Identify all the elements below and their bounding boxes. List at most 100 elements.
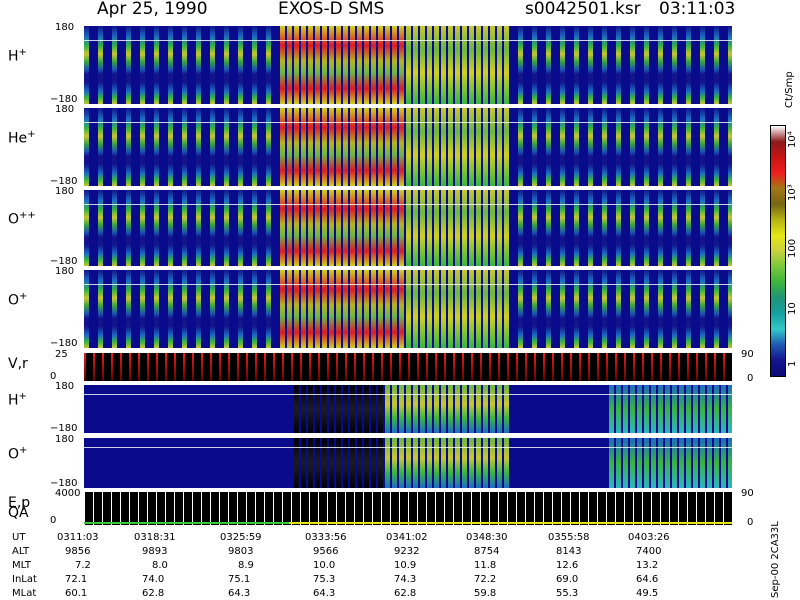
ep-curve	[354, 492, 355, 525]
spectrogram-column	[287, 26, 292, 104]
ep-curve	[624, 492, 625, 525]
spectrogram-column	[357, 26, 362, 104]
spectrogram-column	[420, 270, 425, 348]
spectrogram-column	[679, 385, 684, 433]
ep-curve	[84, 492, 85, 525]
vr-spike	[552, 353, 554, 381]
ytick-min-oplus: −180	[50, 338, 78, 349]
table-cell: 7.2	[75, 560, 91, 571]
spectrogram-column	[630, 108, 635, 186]
spectrogram-column	[357, 385, 362, 433]
spectrogram-column	[392, 438, 397, 488]
ep-curve	[570, 492, 571, 525]
vr-spike	[498, 353, 500, 381]
spectrogram-column	[490, 108, 495, 186]
vr-spike	[183, 353, 185, 381]
ep-curve	[399, 492, 400, 525]
spectrogram-column	[616, 26, 621, 104]
spectrogram-column	[238, 270, 243, 348]
spectrogram-column	[602, 108, 607, 186]
spectrogram-column	[343, 108, 348, 186]
vr-spike	[165, 353, 167, 381]
table-cell: 12.6	[556, 560, 579, 571]
vr-spike	[705, 353, 707, 381]
spectrogram-column	[98, 108, 103, 186]
spectrogram-column	[616, 190, 621, 266]
spectrogram-column	[497, 438, 502, 488]
spectrogram-column	[126, 108, 131, 186]
spectrogram-column	[644, 190, 649, 266]
spectrogram-column	[714, 108, 719, 186]
spectrogram-column	[252, 26, 257, 104]
spectrogram-column	[469, 108, 474, 186]
spectrogram-column	[399, 26, 404, 104]
table-cell: 0333:56	[305, 532, 347, 543]
spectrogram-column	[644, 26, 649, 104]
table-cell: 0348:30	[466, 532, 508, 543]
spectrogram-column	[462, 385, 467, 433]
spectrogram-column	[497, 108, 502, 186]
spectrogram-column	[728, 26, 732, 104]
table-cell: 9566	[313, 546, 339, 557]
spectrogram-column	[455, 438, 460, 488]
pitch-angle-line	[84, 122, 732, 124]
spectrogram-column	[630, 385, 635, 433]
spectrogram-column	[700, 438, 705, 488]
spectrogram-column	[476, 438, 481, 488]
table-cell: 75.1	[228, 574, 251, 585]
spectrogram-column	[497, 385, 502, 433]
plot-date: Apr 25, 1990	[97, 0, 208, 19]
spectrogram-column	[490, 190, 495, 266]
spectrogram-column	[448, 270, 453, 348]
vr-spike	[300, 353, 302, 381]
ep-curve	[489, 492, 490, 525]
table-cell: 64.6	[636, 574, 659, 585]
spectrogram-column	[672, 26, 677, 104]
panel-label-oplus: O+	[8, 291, 27, 309]
ep-curve	[318, 492, 319, 525]
spectrogram-column	[210, 108, 215, 186]
spectrogram-column	[210, 270, 215, 348]
vr-spike	[606, 353, 608, 381]
qa-green	[84, 522, 289, 524]
spectrogram-column	[546, 108, 551, 186]
spectrogram-column	[315, 270, 320, 348]
spectrogram-column	[357, 190, 362, 266]
vr-spike	[318, 353, 320, 381]
vr-spike	[696, 353, 698, 381]
spectrogram-column	[434, 26, 439, 104]
footer-note: Sep-00 2CA33L	[770, 521, 781, 598]
spectrogram-column	[483, 438, 488, 488]
vr-spike	[534, 353, 536, 381]
spectrogram-column	[658, 190, 663, 266]
spectrogram-column	[602, 190, 607, 266]
spectrogram-column	[504, 190, 509, 266]
panel-label-text: He	[8, 130, 28, 147]
vr-spike	[237, 353, 239, 381]
spectrogram-column	[602, 26, 607, 104]
spectrogram-column	[224, 108, 229, 186]
ep-curve	[732, 492, 733, 525]
ep-curve	[561, 492, 562, 525]
rtick-bot-ep: 0	[747, 517, 754, 528]
vr-spike	[660, 353, 662, 381]
spectrogram-column	[343, 385, 348, 433]
spectrogram-column	[434, 190, 439, 266]
ep-curve	[174, 492, 175, 525]
spectrogram-column	[658, 26, 663, 104]
spectrogram-column	[315, 385, 320, 433]
spectrogram-column	[329, 438, 334, 488]
vr-spike	[444, 353, 446, 381]
spectrogram-column	[441, 438, 446, 488]
table-cell: 72.2	[474, 574, 497, 585]
spectrogram-column	[350, 438, 355, 488]
spectrogram-column	[329, 270, 334, 348]
spectrogram-column	[490, 385, 495, 433]
spectrogram-column	[224, 190, 229, 266]
panel-label-heplus: He+	[8, 129, 36, 147]
spectrogram-column	[546, 270, 551, 348]
spectrogram-column	[441, 385, 446, 433]
spectrogram-column	[700, 108, 705, 186]
pitch-angle-line	[84, 393, 732, 395]
vr-spike	[309, 353, 311, 381]
